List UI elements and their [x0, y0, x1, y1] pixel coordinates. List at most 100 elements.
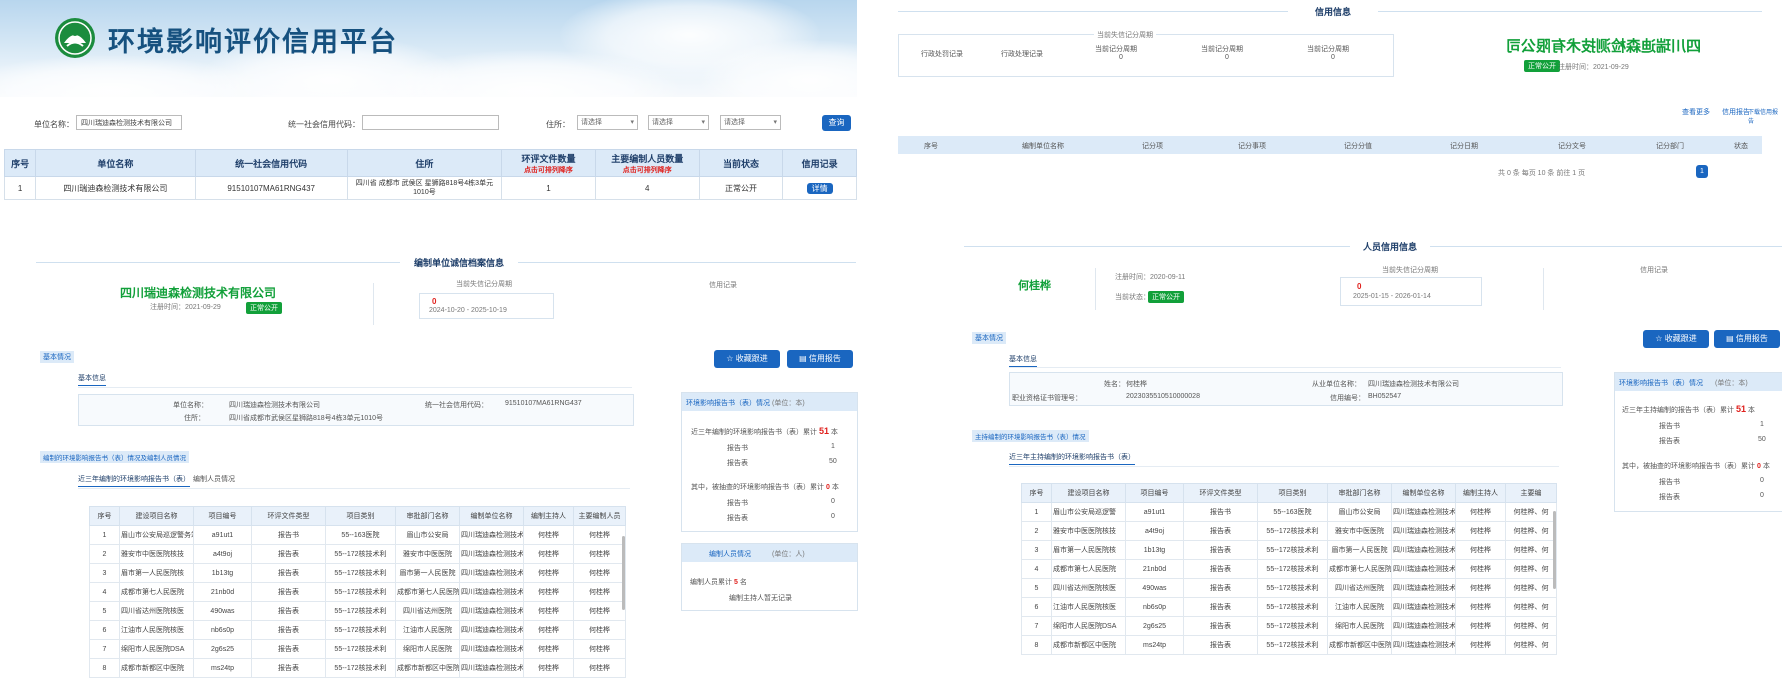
table-cell: 报告表 — [1183, 616, 1258, 636]
col-header: 记分日期 — [1450, 143, 1478, 150]
scrollbar[interactable] — [1553, 511, 1556, 589]
side2-note: 编制主持人暂无记录 — [729, 595, 792, 602]
table-cell: 何桂桦 — [573, 658, 626, 678]
project-name-link[interactable]: 成都市第七人民医院 — [1051, 559, 1126, 579]
city-select[interactable]: 请选择 ▾ — [648, 115, 709, 130]
star-icon: ☆ — [726, 354, 736, 363]
side-row-label: 报告书 — [727, 500, 748, 507]
score-value: 0 — [432, 297, 437, 306]
table-cell: 何桂桦 — [1455, 616, 1506, 636]
side-recent-label: 近三年编制的环境影响报告书（表）累计 — [691, 429, 817, 436]
province-select-value: 请选择 — [581, 119, 602, 126]
table-row: 7 绵阳市人民医院DSA 2g6s25 报告表 55--172核技术利 绵阳市人民医院 四川… — [1021, 616, 1557, 636]
col-header: 项目编号 — [1125, 483, 1184, 503]
table-row: 3 眉市第一人民医院核 1b13tg 报告表 55--172核技术利 眉市第一人民医院 四川… — [1021, 540, 1557, 560]
field-label: 信用编号： — [1330, 395, 1365, 402]
table-cell: 报告表 — [251, 601, 326, 621]
table-cell: 四川瑞迪森检测技术 — [1391, 597, 1456, 617]
col-header: 单位名称 — [35, 149, 196, 177]
person-follow-button[interactable]: ☆ 收藏跟进 — [1643, 330, 1709, 348]
col-header-persons[interactable]: 主要编制人员数量 点击可排列降序 — [594, 149, 700, 177]
tab-person-basic[interactable]: 基本信息 — [1009, 354, 1037, 367]
project-name-link[interactable]: 四川省达州医院核医 — [119, 601, 194, 621]
side-title: 环境影响报告书（表）情况 — [686, 400, 770, 407]
project-name-link[interactable]: 成都市第七人民医院 — [119, 582, 194, 602]
project-name-link[interactable]: 眉市第一人民医院核 — [1051, 540, 1126, 560]
credit-report-button-label: 信用报告 — [808, 354, 841, 363]
result-table: 序号 单位名称 统一社会信用代码 住所 环评文件数量 点击可排列降序 主要编制人员… — [3, 149, 857, 200]
mirror-pager: 共 0 条 每页 10 条 前往 1 页 — [1498, 170, 1586, 177]
score-label: 当前记分周期 — [1095, 46, 1137, 53]
project-name-link[interactable]: 四川省达州医院核医 — [1051, 578, 1126, 598]
table-cell: 1b13tg — [193, 563, 252, 583]
col-header: 记分项 — [1142, 143, 1163, 150]
mirror-link[interactable]: 下载信用报告 — [1748, 107, 1782, 125]
person-basic-tag: 基本情况 — [972, 332, 1006, 344]
project-name-link[interactable]: 绵阳市人民医院DSA — [1051, 616, 1126, 636]
unit-period-label: 当前失信记分周期 — [456, 281, 512, 288]
table-cell: 4 — [89, 582, 120, 602]
project-name-link[interactable]: 江油市人民医院核医 — [1051, 597, 1126, 617]
unit-name-input[interactable]: 四川瑞迪森检测技术有限公司 — [76, 115, 182, 130]
project-name-link[interactable]: 眉山市公安局巡逻警务站 — [119, 525, 194, 545]
table-cell: 6 — [89, 620, 120, 640]
col-header-files[interactable]: 环评文件数量 点击可排列降序 — [501, 149, 596, 177]
query-button[interactable]: 查询 — [822, 115, 851, 131]
col-header: 序号 — [1021, 483, 1052, 503]
project-name-link[interactable]: 雅安市中医医院核技 — [119, 544, 194, 564]
table-cell: 成都市第七人民医院 — [1327, 559, 1392, 579]
mirror-link[interactable]: 信用报告 — [1722, 107, 1750, 117]
table-cell: a4t9oj — [193, 544, 252, 564]
project-name-link[interactable]: 雅安市中医医院核技 — [1051, 521, 1126, 541]
side-other-label: 其中，被抽查的环境影响报告书（表）累计 — [1622, 463, 1755, 470]
table-cell: ms24tp — [193, 658, 252, 678]
credit-code-input[interactable] — [362, 115, 499, 130]
scrollbar[interactable] — [622, 536, 625, 610]
mirror-link[interactable]: 查看更多 — [1682, 107, 1710, 117]
persons-count-link[interactable]: 4 — [594, 176, 700, 200]
province-select[interactable]: 请选择 ▾ — [577, 115, 638, 130]
col-header: 记分文号 — [1558, 143, 1586, 150]
table-cell: 8 — [89, 658, 120, 678]
project-name-link[interactable]: 绵阳市人民医院DSA — [119, 639, 194, 659]
project-name-link[interactable]: 眉山市公安局巡逻警 — [1051, 502, 1126, 522]
unit-name-link[interactable]: 四川瑞迪森检测技术有限公司 — [35, 176, 196, 200]
address-label: 住所： — [546, 120, 570, 129]
field-value: 四川省成都市武侯区星狮路818号4栋3单元1010号 — [229, 415, 384, 422]
side-other-label: 其中，被抽查的环境影响报告书（表）累计 — [691, 484, 824, 491]
project-name-link[interactable]: 江油市人民医院核医 — [119, 620, 194, 640]
files-count-link[interactable]: 1 — [501, 176, 596, 200]
tab-person-docs[interactable]: 近三年主持编制的环境影响报告书（表） — [1009, 452, 1135, 465]
tab-staff[interactable]: 编制人员情况 — [193, 474, 235, 484]
col-header: 序号 — [924, 143, 938, 150]
score-value: 0 — [1357, 282, 1362, 291]
project-name-link[interactable]: 眉市第一人民医院核 — [119, 563, 194, 583]
side-recent-label: 近三年主持编制的报告书（表）累计 — [1622, 407, 1734, 414]
table-cell: 何桂桦 — [523, 601, 574, 621]
project-name-link[interactable]: 成都市新都区中医院 — [1051, 635, 1126, 655]
side-recent-count: 51 — [818, 426, 829, 436]
table-cell: 何桂桦 — [523, 658, 574, 678]
tab-basic-info[interactable]: 基本信息 — [78, 373, 106, 386]
table-cell: 四川瑞迪森检测技术 — [1391, 616, 1456, 636]
person-credit-label: 信用记录 — [1640, 267, 1668, 274]
table-cell: 雅安市中医医院 — [1327, 521, 1392, 541]
table-cell: 眉山市公安局 — [395, 525, 460, 545]
district-select[interactable]: 请选择 ▾ — [720, 115, 781, 130]
col-header: 主要编制人员 — [573, 506, 626, 526]
side-title: 环境影响报告书（表）情况 — [1619, 380, 1703, 387]
table-cell: 55--172核技术利 — [325, 639, 396, 659]
follow-button-label: 收藏跟进 — [1664, 334, 1697, 343]
table-cell: 55--172核技术利 — [1257, 616, 1328, 636]
table-row: 6 江油市人民医院核医 nb6s0p 报告表 55--172核技术利 江油市人民医院 四川瑞… — [89, 620, 626, 640]
page-number-button[interactable]: 1 — [1696, 165, 1708, 178]
tab-recent-docs[interactable]: 近三年编制的环境影响报告书（表） — [78, 474, 190, 487]
col-header: 记分分值 — [1344, 143, 1372, 150]
table-cell: 四川瑞迪森检测技术 — [459, 658, 524, 678]
follow-button[interactable]: ☆ 收藏跟进 — [714, 350, 780, 368]
field-label: 住所： — [184, 415, 205, 422]
credit-report-button[interactable]: ▤ 信用报告 — [787, 350, 853, 368]
person-credit-report-button[interactable]: ▤ 信用报告 — [1714, 330, 1780, 348]
detail-button[interactable]: 详情 — [806, 182, 833, 194]
project-name-link[interactable]: 成都市新都区中医院 — [119, 658, 194, 678]
